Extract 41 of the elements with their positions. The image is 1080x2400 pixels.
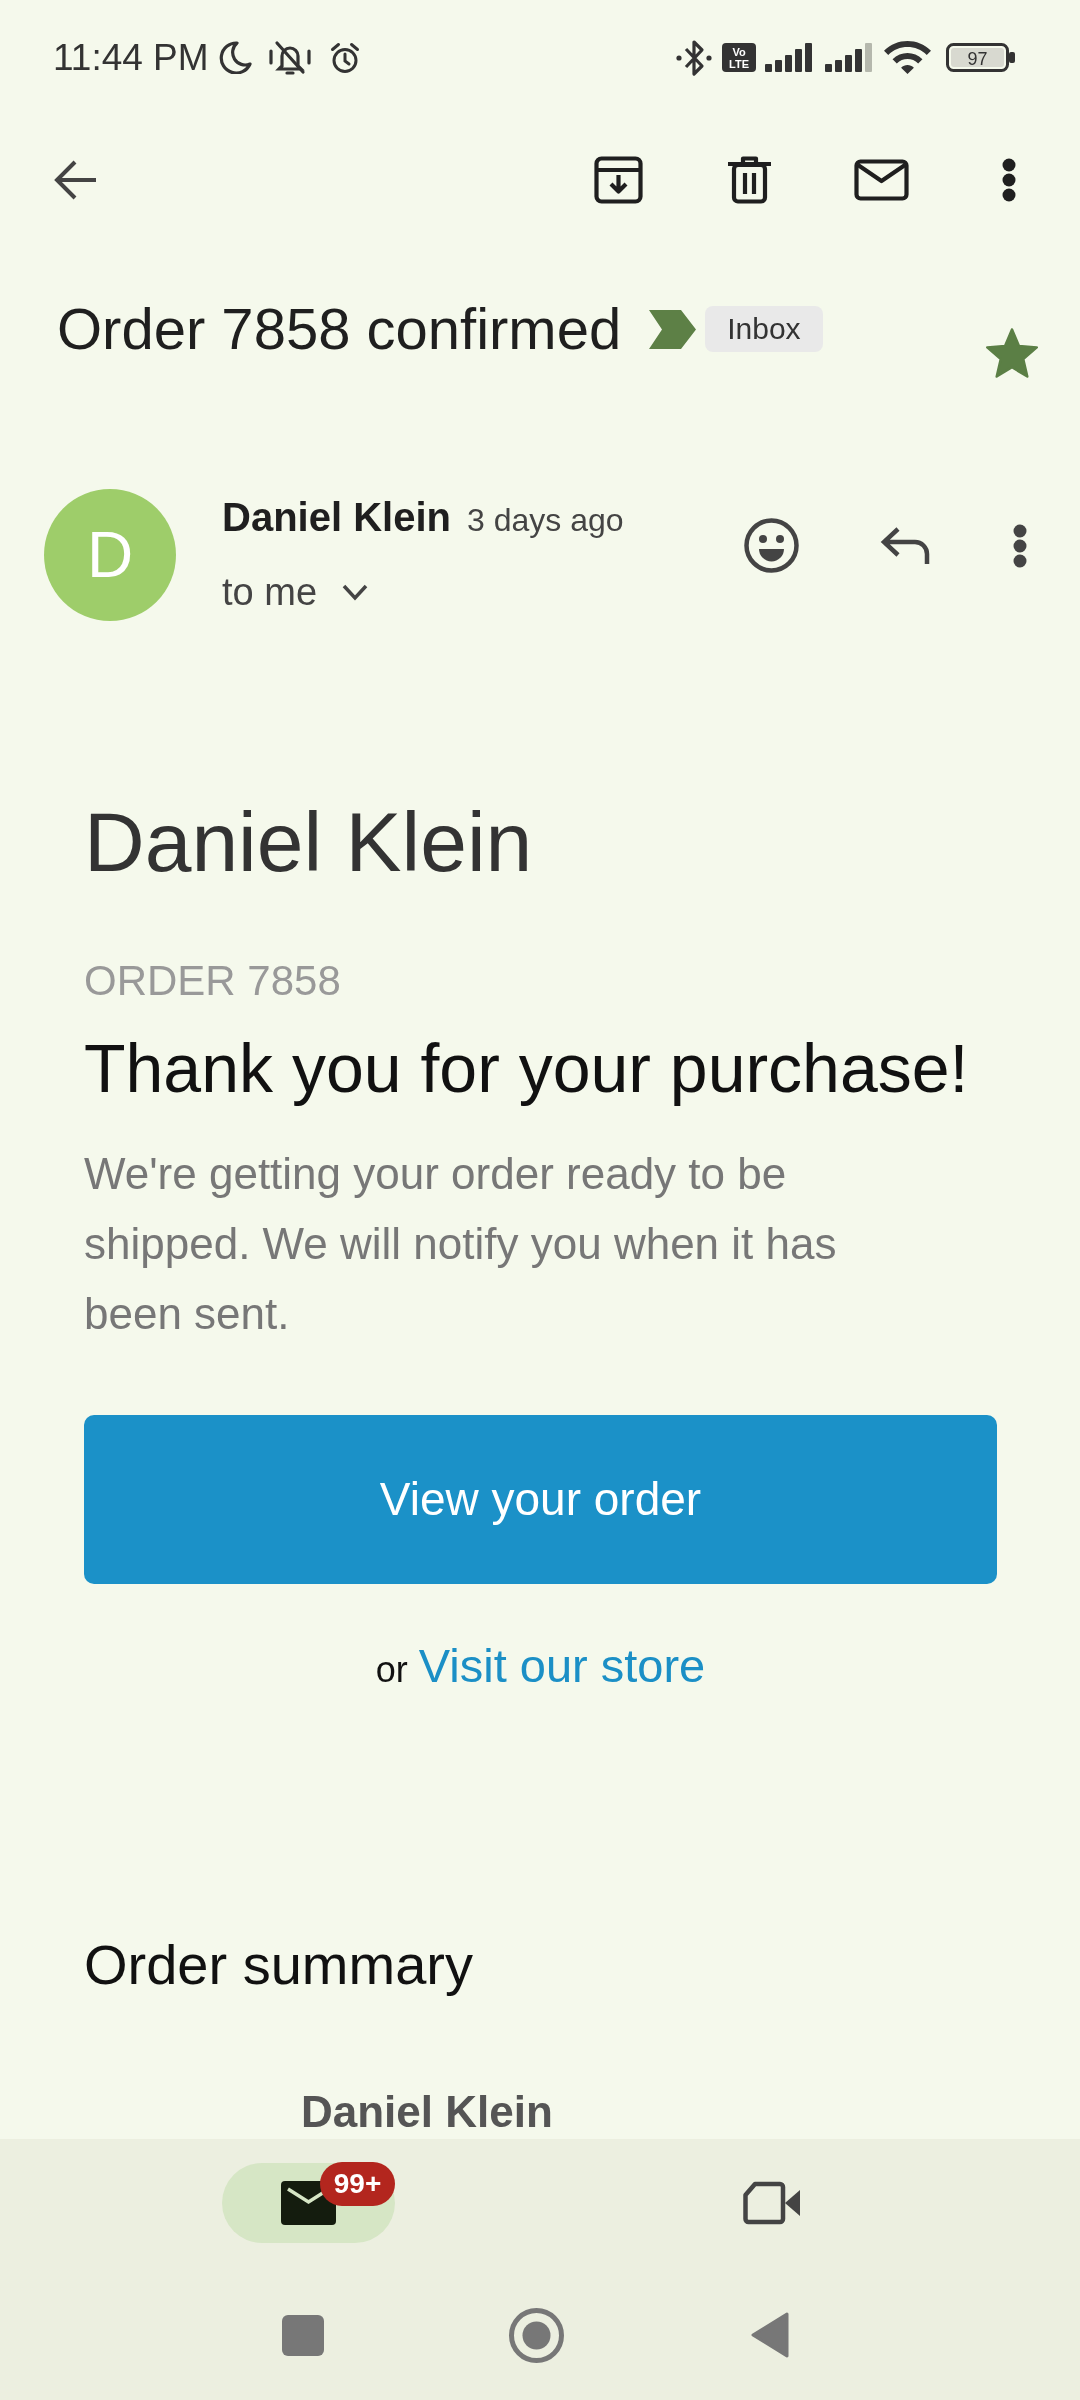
- recipient-toggle[interactable]: to me: [222, 568, 369, 616]
- more-options-icon[interactable]: [1002, 158, 1016, 202]
- muted-bell-icon: [267, 40, 312, 75]
- back-icon[interactable]: [749, 2311, 789, 2359]
- order-number: ORDER 7858: [84, 956, 342, 1006]
- more-options-icon[interactable]: [1012, 523, 1028, 568]
- summary-customer-name: Daniel Klein: [301, 2087, 553, 2136]
- chevron-down-icon: [342, 583, 369, 601]
- reply-icon[interactable]: [880, 525, 930, 566]
- important-marker-icon[interactable]: [649, 309, 697, 349]
- wifi-icon: [884, 41, 931, 74]
- back-arrow-icon[interactable]: [53, 158, 98, 202]
- or-text: or: [375, 1648, 408, 1692]
- mail-tab[interactable]: 99+: [222, 2163, 395, 2243]
- sent-time: 3 days ago: [466, 501, 624, 540]
- video-camera-icon: [743, 2181, 800, 2225]
- label-tag[interactable]: Inbox: [705, 306, 823, 352]
- signal-icon: [825, 43, 872, 72]
- emoji-icon[interactable]: [744, 518, 799, 573]
- subject-title: Order 7858 confirmed: [57, 295, 622, 363]
- view-order-button[interactable]: View your order: [84, 1415, 997, 1584]
- mail-icon[interactable]: [854, 159, 909, 201]
- alarm-icon: [329, 41, 360, 74]
- store-name: Daniel Klein: [84, 794, 534, 891]
- signal-icon: [765, 43, 812, 72]
- order-message: We're getting your order ready to be shipped. We will notify you when it has been sent.: [84, 1148, 838, 1340]
- home-icon[interactable]: [508, 2307, 564, 2363]
- unread-count-badge: 99+: [320, 2162, 395, 2206]
- moon-icon: [217, 41, 252, 74]
- thank-you-heading: Thank you for your purchase!: [84, 1029, 970, 1108]
- trash-icon[interactable]: [728, 156, 771, 204]
- archive-icon[interactable]: [594, 156, 643, 204]
- network-type-badge: Vo LTE: [722, 43, 756, 72]
- video-tab[interactable]: [743, 2181, 800, 2225]
- sender-name: Daniel Klein: [222, 494, 451, 541]
- order-summary-heading: Order summary: [84, 1932, 474, 1997]
- star-icon[interactable]: [986, 328, 1038, 378]
- bluetooth-icon: [676, 38, 712, 77]
- recent-apps-icon[interactable]: [282, 2314, 324, 2356]
- store-link[interactable]: Visit our store: [418, 1636, 706, 1696]
- status-time: 11:44 PM: [53, 37, 209, 78]
